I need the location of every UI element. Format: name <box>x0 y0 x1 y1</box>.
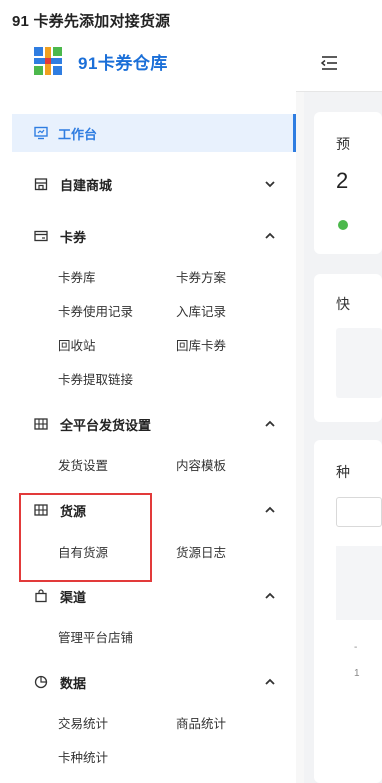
pie-chart-icon <box>34 675 48 689</box>
logo-icon <box>34 47 62 75</box>
scrollbar[interactable] <box>296 92 304 783</box>
card-title: 预 <box>336 136 350 152</box>
logo[interactable]: 91卡券仓库 <box>34 46 168 76</box>
sidebar: 91卡券仓库 工作台 自建商城 卡券 卡券库 卡券方案 卡券使用记录 入库记录 … <box>0 36 296 783</box>
page-title: 91 卡券先添加对接货源 <box>12 13 171 30</box>
grid-icon <box>34 418 48 430</box>
stat-card: 预 2 <box>314 112 382 254</box>
chevron-up-icon <box>265 420 275 427</box>
sidebar-item-coupon-usage[interactable]: 卡券使用记录 <box>58 301 133 320</box>
table-row <box>336 546 382 620</box>
sidebar-item-card-type-stats[interactable]: 卡种统计 <box>58 747 108 766</box>
sidebar-group-label: 全平台发货设置 <box>60 417 152 433</box>
sidebar-group-shipping[interactable]: 全平台发货设置 <box>34 414 284 434</box>
sidebar-item-recycle-bin[interactable]: 回收站 <box>58 335 96 354</box>
sidebar-item-coupon-plan[interactable]: 卡券方案 <box>176 267 226 286</box>
sidebar-group-label: 渠道 <box>60 589 87 605</box>
sidebar-group-label: 卡券 <box>60 229 87 245</box>
chevron-up-icon <box>265 506 275 513</box>
quick-card: 快 <box>314 274 382 422</box>
sidebar-item-manage-stores[interactable]: 管理平台店铺 <box>58 627 133 646</box>
chevron-up-icon <box>265 232 275 239</box>
chevron-up-icon <box>265 678 275 685</box>
sidebar-item-stock-in-log[interactable]: 入库记录 <box>176 301 226 320</box>
chevron-down-icon <box>265 181 275 188</box>
sidebar-item-shipping-settings[interactable]: 发货设置 <box>58 455 108 474</box>
card-value: 2 <box>336 168 349 193</box>
sidebar-group-mall[interactable]: 自建商城 <box>34 174 284 194</box>
sidebar-item-label: 工作台 <box>58 126 98 142</box>
card-icon <box>34 230 48 242</box>
sidebar-group-label: 自建商城 <box>60 177 113 193</box>
sidebar-item-coupon-library[interactable]: 卡券库 <box>58 267 96 286</box>
logo-text: 91卡券仓库 <box>78 53 168 73</box>
sidebar-item-workbench[interactable]: 工作台 <box>12 114 296 152</box>
chevron-up-icon <box>265 592 275 599</box>
menu-fold-icon[interactable] <box>319 54 339 72</box>
top-bar <box>296 36 382 92</box>
sidebar-group-data[interactable]: 数据 <box>34 672 284 692</box>
sidebar-item-coupon-extract-link[interactable]: 卡券提取链接 <box>58 369 133 388</box>
sidebar-item-trade-stats[interactable]: 交易统计 <box>58 713 108 732</box>
bag-icon <box>35 589 47 603</box>
sidebar-group-coupon[interactable]: 卡券 <box>34 226 284 246</box>
main-content: 预 2 快 种 - 1 <box>296 36 382 783</box>
type-card: 种 - 1 <box>314 440 382 783</box>
store-icon <box>34 178 48 191</box>
highlight-annotation <box>19 493 152 582</box>
table-cell: - <box>354 642 358 653</box>
card-body <box>336 328 382 398</box>
search-input[interactable] <box>336 497 382 527</box>
sidebar-item-source-log[interactable]: 货源日志 <box>176 542 226 561</box>
status-dot <box>338 220 348 230</box>
card-title: 快 <box>336 296 350 312</box>
sidebar-item-content-template[interactable]: 内容模板 <box>176 455 226 474</box>
monitor-icon <box>34 126 48 140</box>
sidebar-item-product-stats[interactable]: 商品统计 <box>176 713 226 732</box>
card-title: 种 <box>336 464 350 480</box>
sidebar-group-channel[interactable]: 渠道 <box>34 586 284 606</box>
table-cell: 1 <box>354 668 360 679</box>
sidebar-group-label: 数据 <box>60 675 87 691</box>
sidebar-item-returned-coupons[interactable]: 回库卡券 <box>176 335 226 354</box>
